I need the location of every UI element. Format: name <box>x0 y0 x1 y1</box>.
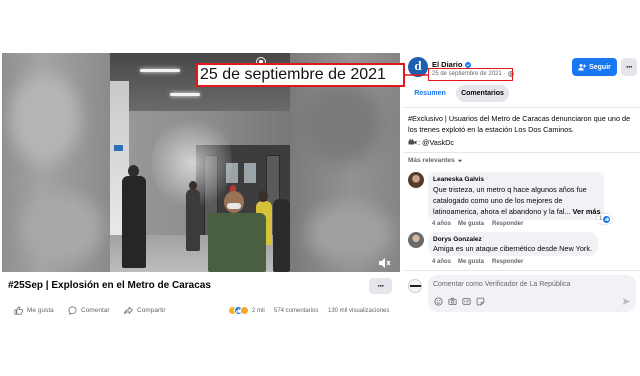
annotation-date-label: 25 de septiembre de 2021 <box>196 63 405 87</box>
caret-down-icon <box>457 159 463 163</box>
follow-button[interactable]: Seguir <box>572 58 617 76</box>
comment-author[interactable]: Leaneska Galvis <box>433 176 598 184</box>
comment-text-line: latinoamerica, ahora el abandono y la fa… <box>433 207 571 216</box>
divider <box>403 107 640 108</box>
person-foreground <box>208 213 266 272</box>
verified-badge-icon <box>464 61 471 68</box>
person-woman <box>186 189 200 251</box>
post-title: #25Sep | Explosión en el Metro de Caraca… <box>8 280 211 291</box>
send-icon[interactable] <box>622 297 631 306</box>
comment-composer[interactable]: Comentar como Verificador de La Repúblic… <box>428 275 636 312</box>
like-icon <box>14 306 23 315</box>
emoji-icon[interactable] <box>434 297 443 306</box>
like-reaction-icon <box>603 215 611 223</box>
comment-like-button[interactable]: Me gusta <box>458 220 484 228</box>
post-credit: : @VaskDc <box>408 137 454 148</box>
post-description-line: los trenes explotó en la estación Los Do… <box>408 125 574 134</box>
share-button[interactable]: Compartir <box>124 306 166 315</box>
reactions-count[interactable]: 2 mil <box>252 307 265 315</box>
comment-time[interactable]: 4 años <box>432 220 451 228</box>
comment-author-avatar[interactable] <box>408 172 424 188</box>
camera-icon[interactable] <box>448 297 457 306</box>
follow-icon <box>578 64 587 71</box>
tab-resumen[interactable]: Resumen <box>408 85 452 102</box>
person-head <box>224 191 244 213</box>
comment-bubble: Dorys Gonzalez Amiga es un ataque cibern… <box>428 232 599 256</box>
composer-avatar[interactable] <box>408 279 422 293</box>
post-description-line: #Exclusivo | Usuarios del Metro de Carac… <box>408 114 631 123</box>
video-blur-right-top <box>302 83 382 163</box>
gif-icon[interactable] <box>462 297 471 306</box>
views-count: 130 mil visualizaciones <box>328 308 390 314</box>
see-more-link[interactable]: Ver más <box>573 207 601 216</box>
sad-reaction-icon[interactable] <box>240 306 249 315</box>
comment-text-last-line: latinoamerica, ahora el abandono y la fa… <box>433 206 601 217</box>
video-blur-left-top <box>10 73 80 163</box>
ceiling-light <box>140 69 180 72</box>
person-right <box>273 199 290 272</box>
post-credit-text[interactable]: : @VaskDc <box>418 137 454 148</box>
divider <box>403 270 640 271</box>
comment-sort-dropdown[interactable]: Más relevantes <box>408 157 463 165</box>
speaker-muted-icon[interactable] <box>378 256 391 268</box>
comment-reaction-count: 1 <box>599 216 603 222</box>
like-button[interactable]: Me gusta <box>14 306 54 315</box>
share-icon <box>124 306 133 315</box>
sort-label: Más relevantes <box>408 157 455 164</box>
train-window <box>244 163 256 183</box>
comment-like-button[interactable]: Me gusta <box>458 258 484 266</box>
station-sign <box>114 145 123 151</box>
comment-reply-button[interactable]: Responder <box>492 220 523 228</box>
share-label: Compartir <box>137 306 166 314</box>
comment-text-line: catalogado como uno de los mejores de <box>433 196 563 205</box>
face-mask <box>227 203 241 209</box>
ceiling-light <box>170 93 200 96</box>
divider <box>403 152 640 153</box>
follow-label: Seguir <box>589 63 611 71</box>
comment-icon <box>68 306 77 315</box>
tab-comentarios[interactable]: Comentarios <box>456 85 509 102</box>
comment-author[interactable]: Dorys Gonzalez <box>433 236 592 244</box>
composer-placeholder[interactable]: Comentar como Verificador de La Repúblic… <box>433 281 570 289</box>
comment-label: Comentar <box>81 306 110 314</box>
comments-count[interactable]: 574 comentarios <box>274 307 318 315</box>
annotation-date-highlight <box>428 68 513 81</box>
comment-bubble: Leaneska Galvis Que tristeza, un metro q… <box>428 172 604 220</box>
comment-text-line: Que tristeza, un metro q hace algunos añ… <box>433 185 587 194</box>
sticker-icon[interactable] <box>476 297 485 306</box>
video-blur-left-bottom <box>22 193 102 263</box>
post-more-button[interactable]: ··· <box>369 278 392 294</box>
comment-button[interactable]: Comentar <box>68 306 110 315</box>
like-label: Me gusta <box>27 306 54 314</box>
comment-time[interactable]: 4 años <box>432 258 451 266</box>
video-camera-icon <box>408 139 417 145</box>
comment-text: Amiga es un ataque cibernético desde New… <box>433 244 593 253</box>
person-walking <box>122 176 146 268</box>
page-more-button[interactable]: ··· <box>621 58 637 76</box>
person-head <box>258 191 268 202</box>
comment-author-avatar[interactable] <box>408 232 424 248</box>
video-blur-right-bottom <box>307 203 392 263</box>
comment-reaction-pill[interactable]: 1 <box>597 214 613 224</box>
annotation-connector <box>404 74 428 76</box>
comment-reply-button[interactable]: Responder <box>492 258 523 266</box>
